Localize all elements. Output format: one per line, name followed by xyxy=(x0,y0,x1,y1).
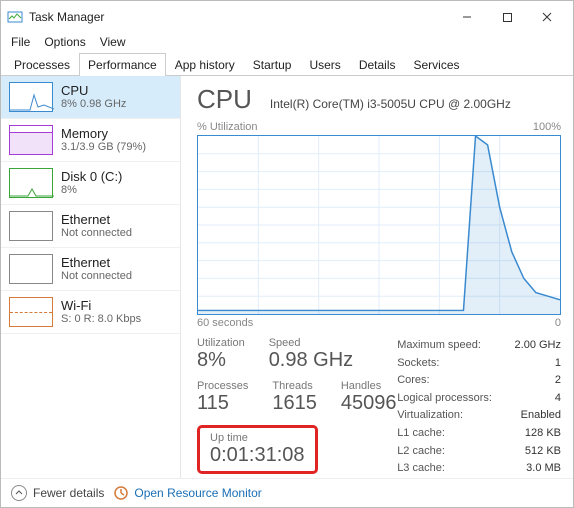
stat-threads-label: Threads xyxy=(272,380,317,392)
stat-uptime-label: Up time xyxy=(210,432,305,444)
sidebar-item-label: CPU xyxy=(61,83,126,99)
cpu-detail-row: Sockets: 1 xyxy=(397,355,561,373)
cpu-detail-row: Maximum speed: 2.00 GHz xyxy=(397,337,561,355)
cpu-detail-label: Virtualization: xyxy=(397,407,463,425)
cpu-detail-label: L2 cache: xyxy=(397,443,445,461)
minimize-button[interactable] xyxy=(447,5,487,29)
task-manager-window: Task Manager File Options View Processes… xyxy=(0,0,574,508)
cpu-detail-label: Logical processors: xyxy=(397,390,492,408)
cpu-detail-value: 2.00 GHz xyxy=(515,337,561,355)
cpu-details-list: Maximum speed:2.00 GHzSockets:1Cores:2Lo… xyxy=(397,337,561,478)
tab-performance[interactable]: Performance xyxy=(79,53,166,76)
cpu-detail-label: L1 cache: xyxy=(397,425,445,443)
chart-x-right-label: 0 xyxy=(555,317,561,329)
cpu-detail-row: L3 cache: 3.0 MB xyxy=(397,460,561,478)
sidebar-item-sub: Not connected xyxy=(61,270,132,283)
cpu-detail-value: 4 xyxy=(555,390,561,408)
chart-y-axis-label: % Utilization xyxy=(197,121,258,133)
sidebar-item-label: Wi-Fi xyxy=(61,298,141,314)
sidebar-item-sub: S: 0 R: 8.0 Kbps xyxy=(61,313,141,326)
sidebar-item-sub: 3.1/3.9 GB (79%) xyxy=(61,141,146,154)
stat-uptime-value: 0:01:31:08 xyxy=(210,444,305,467)
cpu-detail-value: 3.0 MB xyxy=(526,460,561,478)
sidebar-item-label: Ethernet xyxy=(61,255,132,271)
menu-options[interactable]: Options xyxy=(44,35,85,49)
stat-handles-value: 45096 xyxy=(341,392,397,415)
cpu-detail-label: Maximum speed: xyxy=(397,337,481,355)
sidebar-item-label: Memory xyxy=(61,126,146,142)
cpu-detail-row: Cores: 2 xyxy=(397,372,561,390)
cpu-model-label: Intel(R) Core(TM) i3-5005U CPU @ 2.00GHz xyxy=(270,97,511,111)
close-button[interactable] xyxy=(527,5,567,29)
stat-processes-label: Processes xyxy=(197,380,248,392)
cpu-detail-label: Cores: xyxy=(397,372,429,390)
tab-processes[interactable]: Processes xyxy=(5,53,79,76)
main-panel: CPU Intel(R) Core(TM) i3-5005U CPU @ 2.0… xyxy=(181,76,573,478)
cpu-detail-label: Sockets: xyxy=(397,355,439,373)
sidebar-item-disk[interactable]: Disk 0 (C:) 8% xyxy=(1,162,180,205)
uptime-highlight-box: Up time 0:01:31:08 xyxy=(197,425,318,474)
stat-processes-value: 115 xyxy=(197,392,248,415)
sidebar-item-wifi[interactable]: Wi-Fi S: 0 R: 8.0 Kbps xyxy=(1,291,180,334)
cpu-detail-row: Logical processors: 4 xyxy=(397,390,561,408)
cpu-utilization-chart xyxy=(197,135,561,315)
wifi-thumbnail-icon xyxy=(9,297,53,327)
memory-thumbnail-icon xyxy=(9,125,53,155)
chevron-up-icon xyxy=(11,485,27,501)
tab-startup[interactable]: Startup xyxy=(244,53,301,76)
content-body: CPU 8% 0.98 GHz Memory 3.1/3.9 GB (79%) xyxy=(1,76,573,478)
resource-monitor-icon xyxy=(114,486,128,500)
open-resource-monitor-link[interactable]: Open Resource Monitor xyxy=(114,486,261,500)
cpu-detail-value: 512 KB xyxy=(525,443,561,461)
cpu-detail-label: L3 cache: xyxy=(397,460,445,478)
cpu-detail-row: Virtualization: Enabled xyxy=(397,407,561,425)
stat-utilization-value: 8% xyxy=(197,349,245,372)
tab-bar: Processes Performance App history Startu… xyxy=(1,53,573,76)
stat-utilization-label: Utilization xyxy=(197,337,245,349)
title-bar: Task Manager xyxy=(1,1,573,33)
window-title: Task Manager xyxy=(29,10,104,24)
stat-handles-label: Handles xyxy=(341,380,397,392)
menu-file[interactable]: File xyxy=(11,35,30,49)
maximize-button[interactable] xyxy=(487,5,527,29)
page-title: CPU xyxy=(197,84,252,115)
footer-bar: Fewer details Open Resource Monitor xyxy=(1,478,573,507)
fewer-details-label: Fewer details xyxy=(33,486,104,500)
stat-threads-value: 1615 xyxy=(272,392,317,415)
cpu-detail-value: Enabled xyxy=(521,407,561,425)
tab-users[interactable]: Users xyxy=(300,53,349,76)
chart-y-max-label: 100% xyxy=(533,121,561,133)
menu-bar: File Options View xyxy=(1,33,573,53)
tab-details[interactable]: Details xyxy=(350,53,405,76)
app-icon xyxy=(7,9,23,25)
ethernet-thumbnail-icon xyxy=(9,254,53,284)
sidebar-item-ethernet-2[interactable]: Ethernet Not connected xyxy=(1,248,180,291)
sidebar-item-ethernet-1[interactable]: Ethernet Not connected xyxy=(1,205,180,248)
stat-speed-label: Speed xyxy=(269,337,353,349)
cpu-detail-row: L1 cache: 128 KB xyxy=(397,425,561,443)
sidebar-item-memory[interactable]: Memory 3.1/3.9 GB (79%) xyxy=(1,119,180,162)
cpu-detail-value: 128 KB xyxy=(525,425,561,443)
chart-x-left-label: 60 seconds xyxy=(197,317,253,329)
cpu-detail-value: 1 xyxy=(555,355,561,373)
sidebar-item-cpu[interactable]: CPU 8% 0.98 GHz xyxy=(1,76,180,119)
fewer-details-button[interactable]: Fewer details xyxy=(11,485,104,501)
stat-speed-value: 0.98 GHz xyxy=(269,349,353,372)
cpu-thumbnail-icon xyxy=(9,82,53,112)
sidebar-item-label: Ethernet xyxy=(61,212,132,228)
tab-services[interactable]: Services xyxy=(405,53,469,76)
sidebar-item-sub: 8% 0.98 GHz xyxy=(61,98,126,111)
disk-thumbnail-icon xyxy=(9,168,53,198)
sidebar: CPU 8% 0.98 GHz Memory 3.1/3.9 GB (79%) xyxy=(1,76,181,478)
menu-view[interactable]: View xyxy=(100,35,126,49)
ethernet-thumbnail-icon xyxy=(9,211,53,241)
cpu-detail-row: L2 cache: 512 KB xyxy=(397,443,561,461)
cpu-detail-value: 2 xyxy=(555,372,561,390)
sidebar-item-sub: 8% xyxy=(61,184,122,197)
tab-app-history[interactable]: App history xyxy=(166,53,244,76)
sidebar-item-sub: Not connected xyxy=(61,227,132,240)
sidebar-item-label: Disk 0 (C:) xyxy=(61,169,122,185)
open-resource-monitor-label: Open Resource Monitor xyxy=(134,486,261,500)
